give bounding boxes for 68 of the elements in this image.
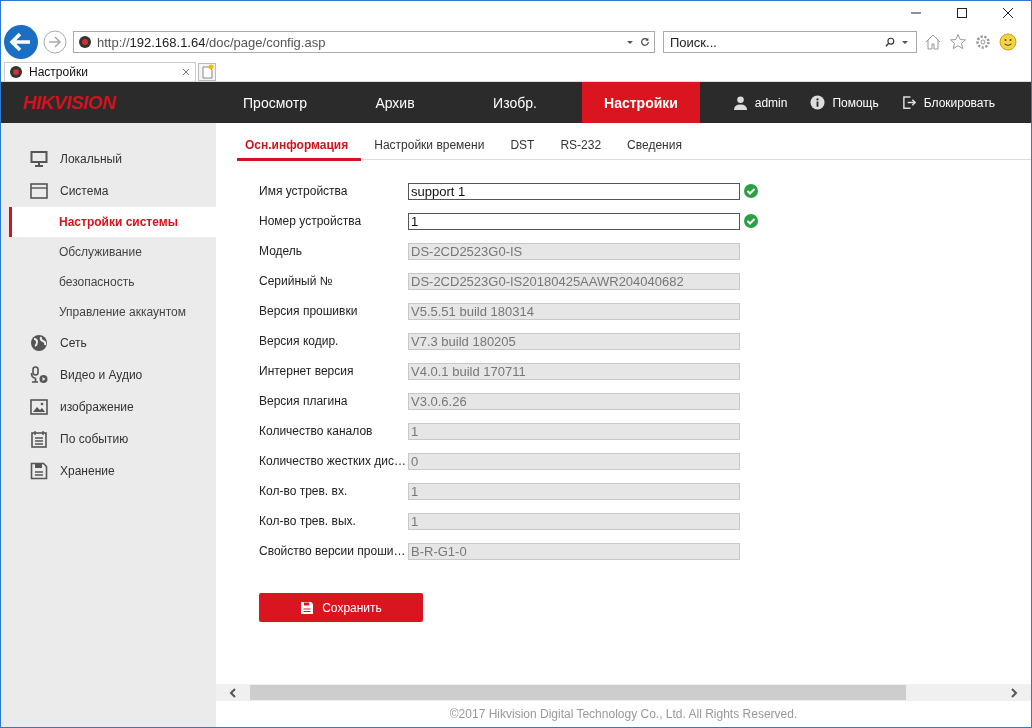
lock-link[interactable]: Блокировать [923,95,995,110]
nav-tab[interactable]: Изобр. [456,82,574,123]
image-icon [30,398,48,416]
address-bar[interactable]: http://192.168.1.64/doc/page/config.asp [73,31,655,53]
smiley-icon[interactable] [999,33,1017,51]
field-label: Версия кодир. [259,334,340,348]
sidebar-item[interactable]: Сеть [1,327,216,359]
nav-tab[interactable]: Просмотр [216,82,334,123]
microphone-icon [30,366,48,384]
camera-icon [78,35,92,49]
sidebar-subitem[interactable]: Управление аккаунтом [1,297,216,327]
field-label: Номер устройства [259,214,363,228]
search-icon[interactable] [885,37,895,47]
field-label: Серийный № [259,274,334,288]
tab[interactable]: RS-232 [547,135,615,159]
tab[interactable]: Сведения [614,135,695,159]
calendar-icon [30,430,48,448]
nav-tab[interactable]: Настройки [582,82,700,123]
window-icon [30,182,48,200]
nav-tab[interactable]: Архив [336,82,454,123]
sidebar-item[interactable]: Видео и Аудио [1,359,216,391]
copyright-text: ©2017 Hikvision Digital Technology Co., Ltd. All Rights Reserved. [448,706,799,723]
star-icon[interactable] [949,33,967,51]
sidebar-item[interactable]: Система [1,175,216,207]
home-icon[interactable] [924,33,942,51]
monitor-icon [30,150,48,168]
url-text: http://192.168.1.64/doc/page/config.asp [97,34,327,50]
tab[interactable]: Настройки времени [361,135,498,159]
sidebar-item[interactable]: Хранение [1,455,216,487]
settings-icon[interactable] [974,33,992,51]
close-icon[interactable] [1002,7,1014,19]
logo: HIKVISION [22,91,118,114]
tab[interactable]: Осн.информация [237,135,362,161]
help-link[interactable]: Помощь [832,95,879,110]
user-icon [732,95,748,110]
refresh-icon[interactable] [640,37,650,47]
field-label: Версия прошивки [259,304,359,318]
field-label: Кол-во трев. вых. [259,514,357,528]
save-button[interactable]: Сохранить [259,593,423,622]
camera-icon [9,65,23,79]
horizontal-scrollbar[interactable] [216,684,1031,701]
globe-icon [30,334,48,352]
input-field[interactable]: support 1 [408,182,740,200]
chevron-right-icon[interactable] [1009,687,1019,698]
sidebar-item[interactable]: По событию [1,423,216,455]
info-icon [810,95,826,110]
user-name[interactable]: admin [754,95,788,110]
maximize-icon[interactable] [956,7,968,19]
sidebar-subitem[interactable]: безопасность [1,267,216,297]
field-label: Интернет версия [259,364,355,378]
logout-icon [901,95,917,110]
field-label: Версия плагина [259,394,349,408]
sidebar-subitem[interactable]: Настройки системы [9,207,216,237]
chevron-left-icon[interactable] [228,687,238,698]
field-label: Кол-во трев. вх. [259,484,349,498]
sidebar-subitem[interactable]: Обслуживание [1,237,216,267]
field-label: Свойство версии проши… [259,544,407,558]
sidebar-item[interactable]: Локальный [1,143,216,175]
field-label: Количество каналов [259,424,374,438]
back-icon[interactable] [3,24,39,60]
input-field[interactable]: 1 [408,212,740,230]
field-label: Количество жестких дис… [259,454,407,468]
tab[interactable]: DST [497,135,548,159]
sidebar-item[interactable]: изображение [1,391,216,423]
browser-tab[interactable]: Настройки [4,62,196,81]
field-label: Модель [259,244,304,258]
search-field[interactable]: Поиск... [663,31,917,53]
field-label: Имя устройства [259,184,349,198]
